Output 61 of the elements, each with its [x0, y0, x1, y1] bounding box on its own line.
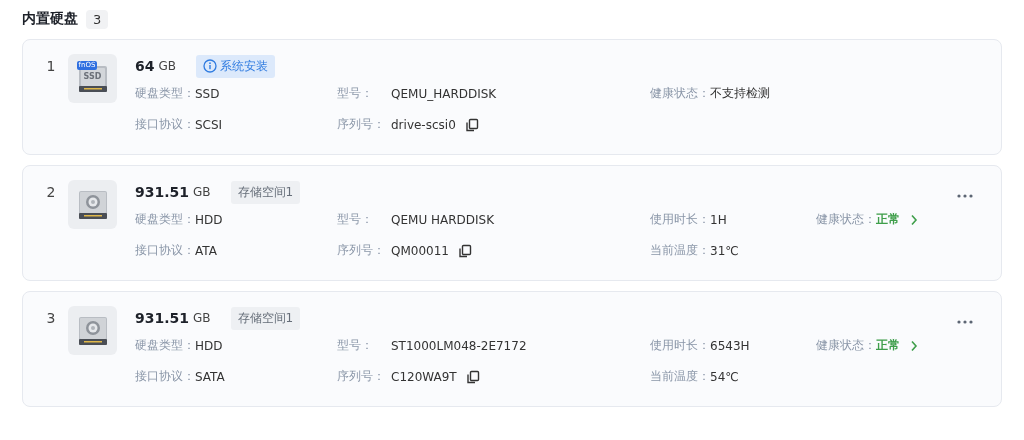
size-unit: GB [158, 59, 176, 73]
field-label: 型号： [337, 85, 374, 102]
copy-icon[interactable] [464, 117, 479, 132]
size-unit: GB [193, 311, 211, 325]
field-label: 型号： [337, 211, 374, 228]
field-value: ATA [195, 243, 217, 258]
field-value: ST1000LM048-2E7172 [391, 338, 527, 353]
field-value: C120WA9T [391, 369, 457, 384]
chevron-right-icon[interactable] [910, 213, 918, 226]
tag-text: 系统安装 [220, 57, 268, 75]
disk-size: 931.51 [135, 310, 190, 326]
field-label: 接口协议： [135, 116, 195, 133]
field-value: QEMU HARDDISK [391, 212, 495, 227]
field-label: 硬盘类型： [135, 337, 195, 354]
disk-size: 931.51 [135, 184, 190, 200]
tag-text: 存储空间1 [237, 183, 294, 201]
field-label: 接口协议： [135, 368, 195, 385]
field-label: 使用时长： [650, 337, 710, 354]
field-label: 序列号： [337, 242, 386, 259]
field-value: SCSI [195, 117, 223, 132]
section-title: 内置硬盘 [22, 10, 78, 28]
field-value: SSD [195, 86, 220, 101]
field-value: 6543H [710, 338, 750, 353]
field-value: QEMU_HARDDISK [391, 86, 497, 101]
size-unit: GB [193, 185, 211, 199]
field-label: 序列号： [337, 368, 386, 385]
field-value: 31℃ [710, 243, 739, 258]
field-label: 型号： [337, 337, 374, 354]
copy-icon[interactable] [458, 243, 472, 258]
field-label: 当前温度： [650, 368, 710, 385]
disk-index: 2 [45, 183, 57, 202]
tag-text: 存储空间1 [237, 309, 294, 327]
field-value: HDD [195, 212, 223, 227]
field-label: 健康状态： [816, 337, 876, 354]
field-label: 健康状态： [816, 211, 876, 228]
disk-index: 1 [45, 57, 57, 76]
field-label: 当前温度： [650, 242, 710, 259]
field-label: 使用时长： [650, 211, 710, 228]
field-value: drive-scsi0 [391, 117, 456, 132]
disk-count: 3 [86, 9, 109, 29]
chevron-right-icon[interactable] [910, 339, 918, 352]
disk-size: 64 [135, 58, 155, 74]
health-status: 正常 [876, 337, 900, 354]
field-label: 接口协议： [135, 242, 195, 259]
health-status: 正常 [876, 211, 900, 228]
field-label: 健康状态： [650, 85, 710, 102]
disk-index: 3 [45, 309, 57, 328]
drive-label: SSD [83, 71, 102, 81]
field-label: 序列号： [337, 116, 386, 133]
more-icon [957, 194, 973, 198]
more-icon [957, 320, 973, 324]
field-value: SATA [195, 369, 225, 384]
field-label: 硬盘类型： [135, 211, 195, 228]
info-icon [203, 59, 217, 73]
field-value: 不支持检测 [710, 85, 770, 102]
field-value: QM00011 [391, 243, 449, 258]
field-label: 硬盘类型： [135, 85, 195, 102]
field-value: 54℃ [710, 369, 739, 384]
field-value: HDD [195, 338, 223, 353]
field-value: 1H [710, 212, 727, 227]
copy-icon[interactable] [465, 369, 480, 384]
